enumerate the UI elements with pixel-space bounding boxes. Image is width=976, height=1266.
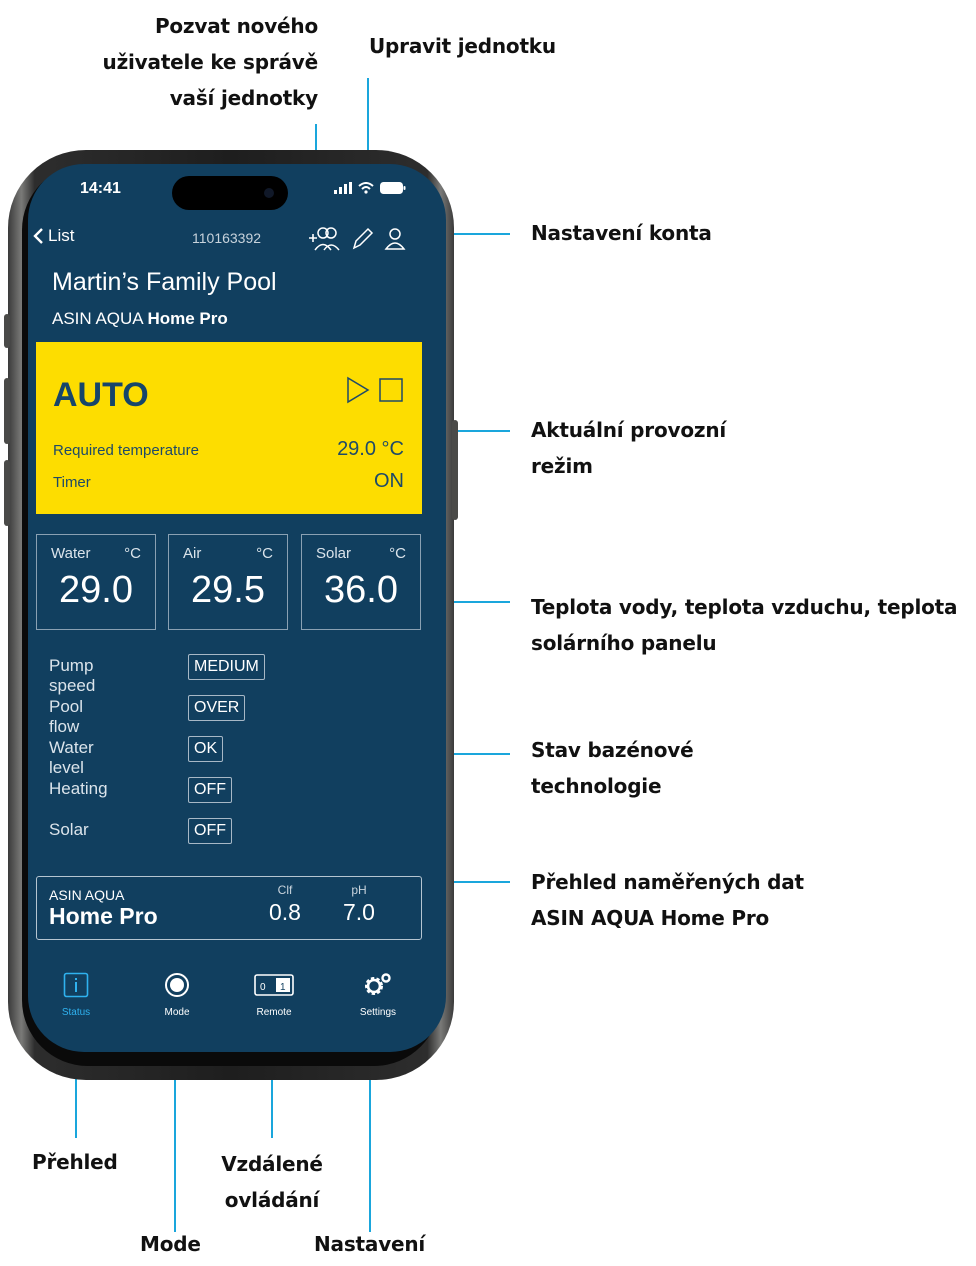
model-prefix: ASIN AQUA	[52, 309, 143, 328]
meas-device-line2: Home Pro	[49, 903, 158, 929]
tab-label: Remote	[256, 1007, 292, 1018]
callout-measured-data: Přehled naměřených dat ASIN AQUA Home Pr…	[531, 870, 804, 930]
switch-off-label: 0	[260, 982, 266, 993]
tab-mode[interactable]: Mode	[137, 972, 217, 1018]
pool-name: Martin’s Family Pool	[52, 268, 277, 296]
remote-switch-icon: 01	[254, 974, 294, 996]
callout-overview: Přehled	[32, 1150, 118, 1174]
callout-account-settings: Nastavení konta	[531, 221, 712, 245]
app-screen: 14:41 List 110163392 Martin’s Family Poo…	[28, 164, 446, 1052]
callout-technology-status: Stav bazénové technologie	[531, 738, 694, 798]
ph-label: pH	[351, 883, 367, 897]
status-label: Heating	[49, 779, 108, 798]
status-label: Pool flow	[49, 697, 84, 736]
air-temp-box: Air °C 29.5	[168, 534, 288, 630]
callout-mode: Mode	[140, 1232, 201, 1256]
temperature-panel: Water °C 29.0 Air °C 29.5 Solar °C 36.0	[36, 534, 424, 632]
user-icon[interactable]	[384, 226, 406, 252]
temp-value: 36.0	[324, 569, 398, 611]
tab-label: Status	[61, 1007, 91, 1018]
temp-label: Air	[183, 545, 202, 562]
callout-remote-control: Vzdálené ovládání	[221, 1152, 323, 1212]
play-icon[interactable]	[346, 376, 370, 404]
callout-edit-unit: Upravit jednotku	[369, 34, 556, 58]
timer-row: Timer ON	[53, 470, 404, 493]
tab-status[interactable]: Status	[36, 972, 116, 1018]
clf-reading: Clf 0.8	[265, 883, 305, 926]
callout-current-mode: Aktuální provozní režim	[531, 418, 727, 478]
status-badge: MEDIUM	[188, 654, 265, 680]
measurements-card[interactable]: ASIN AQUA Home Pro Clf 0.8 pH 7.0	[36, 876, 422, 940]
required-temp-row: Required temperature 29.0 °C	[53, 438, 404, 461]
unit-model: ASIN AQUA Home Pro	[52, 309, 228, 329]
ph-reading: pH 7.0	[339, 883, 379, 926]
required-temp-label: Required temperature	[53, 442, 199, 459]
temp-value: 29.5	[191, 569, 265, 611]
volume-down-button	[4, 460, 10, 526]
chevron-left-icon	[33, 228, 43, 244]
mode-title: AUTO	[53, 376, 149, 414]
temp-label: Solar	[316, 545, 352, 562]
ph-value: 7.0	[343, 899, 375, 925]
temp-unit: °C	[124, 545, 141, 562]
tab-label: Mode	[164, 1007, 190, 1018]
battery-icon	[380, 182, 406, 194]
add-user-icon[interactable]	[306, 226, 340, 252]
signal-icon	[334, 182, 352, 194]
camera-icon	[264, 188, 274, 198]
stop-icon[interactable]	[378, 376, 404, 404]
model-name: Home Pro	[147, 309, 228, 328]
tab-bar: Status Mode 01 Remote Settings	[28, 972, 446, 1032]
status-badge: OK	[188, 736, 224, 762]
switch-on-label: 1	[280, 982, 286, 993]
silent-switch	[4, 314, 10, 348]
info-icon	[63, 972, 89, 998]
callout-temperatures: Teplota vody, teplota vzduchu, teplota s…	[531, 595, 958, 655]
mode-circle-icon	[165, 973, 189, 997]
status-badge: OVER	[188, 695, 246, 721]
status-icons	[334, 182, 406, 194]
back-button[interactable]: List	[32, 226, 74, 246]
status-badge: OFF	[188, 818, 232, 844]
temp-unit: °C	[256, 545, 273, 562]
status-label: Solar	[49, 820, 89, 839]
water-temp-box: Water °C 29.0	[36, 534, 156, 630]
status-label: Pump speed	[49, 656, 96, 695]
tab-settings[interactable]: Settings	[338, 972, 418, 1018]
callout-invite: Pozvat nového uživatele ke správě vaší j…	[102, 14, 319, 110]
gear-icon	[365, 973, 391, 995]
solar-temp-box: Solar °C 36.0	[301, 534, 421, 630]
clf-value: 0.8	[269, 899, 301, 925]
tab-remote[interactable]: 01 Remote	[234, 972, 314, 1018]
clf-label: Clf	[277, 883, 293, 897]
status-label: Water level	[49, 738, 94, 777]
wifi-icon	[358, 182, 374, 194]
power-button	[452, 420, 458, 520]
required-temp-value: 29.0 °C	[337, 438, 404, 460]
mode-controls	[346, 376, 404, 404]
back-label: List	[48, 226, 75, 245]
temp-unit: °C	[389, 545, 406, 562]
status-badge: OFF	[188, 777, 232, 803]
status-time: 14:41	[80, 180, 121, 197]
top-nav: List 110163392	[28, 226, 446, 256]
tab-label: Settings	[359, 1007, 397, 1018]
mode-card[interactable]: AUTO Required temperature 29.0 °C Timer …	[36, 342, 422, 514]
pencil-icon[interactable]	[350, 226, 374, 252]
temp-label: Water	[51, 545, 91, 562]
dynamic-island	[172, 176, 288, 210]
nav-actions	[306, 226, 406, 252]
timer-label: Timer	[53, 474, 91, 491]
meas-device-line1: ASIN AQUA	[49, 887, 125, 903]
timer-value: ON	[374, 470, 404, 492]
temp-value: 29.0	[59, 569, 133, 611]
unit-id: 110163392	[192, 230, 262, 246]
volume-up-button	[4, 378, 10, 444]
